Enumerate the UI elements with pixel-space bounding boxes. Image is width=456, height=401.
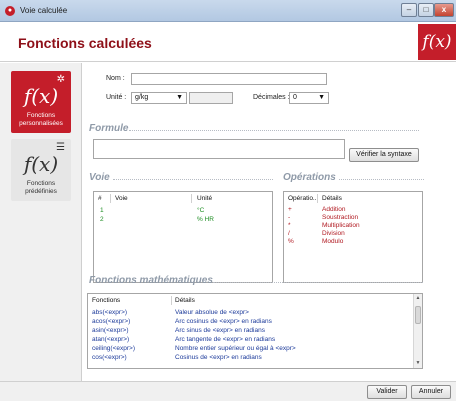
list-item[interactable]: ceiling(<expr>) Nombre entier supérieur … [88,344,415,353]
decimals-value: 0 [293,94,297,101]
section-divider [113,179,273,180]
unit-select[interactable]: g/kg ▼ [131,92,187,104]
col-header-unit: Unité [197,195,213,202]
function-name: atan(<expr>) [92,336,130,343]
row-unit: % HR [197,216,214,223]
list-item[interactable]: abs(<expr>) Valeur absolue de <expr> [88,308,415,317]
sidebar-item-predefined-functions[interactable]: f(x) ☰ Fonctions prédéfinies [11,139,71,201]
decimals-select[interactable]: 0 ▼ [289,92,329,104]
close-button[interactable]: x [434,3,454,17]
function-detail: Nombre entier supérieur ou égal à <expr> [175,345,296,352]
scroll-thumb[interactable] [415,306,421,324]
verify-syntax-button[interactable]: Vérifier la syntaxe [349,148,419,162]
list-icon: ☰ [56,142,65,153]
page-header: Fonctions calculées f(x) [0,22,456,62]
name-label: Nom : [106,75,125,82]
dialog-footer: Valider Annuler [0,381,456,401]
formula-section-title: Formule [89,123,129,134]
window-titlebar: ● Voie calculée – □ x [0,0,456,22]
operation-detail: Modulo [322,238,344,245]
app-logo-icon: ● [5,6,15,16]
column-divider [171,296,172,305]
unit-extra-field [189,92,233,104]
formula-input[interactable] [93,139,345,159]
minimize-button[interactable]: – [401,3,417,17]
column-divider [317,194,318,203]
channel-table: # Voie Unité 1 °C 2 % HR [93,191,273,283]
section-divider [129,130,419,131]
list-item[interactable]: cos(<expr>) Cosinus de <expr> en radians [88,353,415,362]
table-header: Opératio... Détails [284,194,422,203]
col-header-functions: Fonctions [92,297,121,304]
table-header: # Voie Unité [94,194,272,203]
math-functions-table: Fonctions Détails abs(<expr>) Valeur abs… [87,293,423,369]
sidebar-item-label: Fonctions personnalisées [19,112,63,127]
function-detail: Arc sinus de <expr> en radians [175,327,265,334]
scroll-down-icon[interactable]: ▼ [414,359,422,368]
section-divider [339,179,424,180]
math-functions-section-title: Fonctions mathématiques [89,275,213,286]
window-title: Voie calculée [20,6,68,15]
scroll-up-icon[interactable]: ▲ [414,294,422,303]
name-input[interactable] [131,73,327,85]
main-panel: Nom : Unité : g/kg ▼ Décimales : 0 ▼ For… [83,63,456,381]
function-name: ceiling(<expr>) [92,345,135,352]
col-header-voie: Voie [115,195,128,202]
validate-button[interactable]: Valider [367,385,407,399]
function-name: abs(<expr>) [92,309,128,316]
function-name: cos(<expr>) [92,354,127,361]
function-detail: Valeur absolue de <expr> [175,309,249,316]
column-divider [191,194,192,203]
list-item[interactable]: acos(<expr>) Arc cosinus de <expr> en ra… [88,317,415,326]
maximize-button[interactable]: □ [418,3,434,17]
row-num: 2 [100,216,104,223]
operations-section-title: Opérations [283,172,336,183]
chevron-down-icon: ▼ [318,94,325,101]
cancel-button[interactable]: Annuler [411,385,451,399]
sidebar-item-label: Fonctions prédéfinies [25,180,57,195]
sidebar: f(x) ✲ Fonctions personnalisées f(x) ☰ F… [0,63,82,381]
row-unit: °C [197,207,205,214]
col-header-num: # [98,195,102,202]
function-name: asin(<expr>) [92,327,129,334]
page-title: Fonctions calculées [18,35,152,51]
function-detail: Arc cosinus de <expr> en radians [175,318,272,325]
function-logo-icon: f(x) [418,24,456,60]
table-row[interactable]: 1 °C [94,206,272,215]
col-header-operation: Opératio... [288,195,319,202]
function-detail: Arc tangente de <expr> en radians [175,336,276,343]
col-header-details: Détails [175,297,195,304]
list-item[interactable]: asin(<expr>) Arc sinus de <expr> en radi… [88,326,415,335]
section-divider [213,282,423,283]
sidebar-item-custom-functions[interactable]: f(x) ✲ Fonctions personnalisées [11,71,71,133]
decimals-label: Décimales : [253,94,290,101]
chevron-down-icon: ▼ [176,94,183,101]
list-item[interactable]: atan(<expr>) Arc tangente de <expr> en r… [88,335,415,344]
function-name: acos(<expr>) [92,318,131,325]
function-detail: Cosinus de <expr> en radians [175,354,262,361]
table-row[interactable]: 2 % HR [94,215,272,224]
operation-symbol: % [288,238,294,245]
row-num: 1 [100,207,104,214]
operations-table: Opératio... Détails + Addition - Soustra… [283,191,423,283]
table-header: Fonctions Détails [88,296,415,305]
unit-label: Unité : [106,94,127,101]
channel-section-title: Voie [89,172,110,183]
gear-icon: ✲ [56,74,65,85]
list-item[interactable]: % Modulo [284,237,422,246]
col-header-details: Détails [322,195,342,202]
column-divider [110,194,111,203]
unit-value: g/kg [135,94,149,101]
math-scrollbar[interactable]: ▲ ▼ [413,294,422,368]
